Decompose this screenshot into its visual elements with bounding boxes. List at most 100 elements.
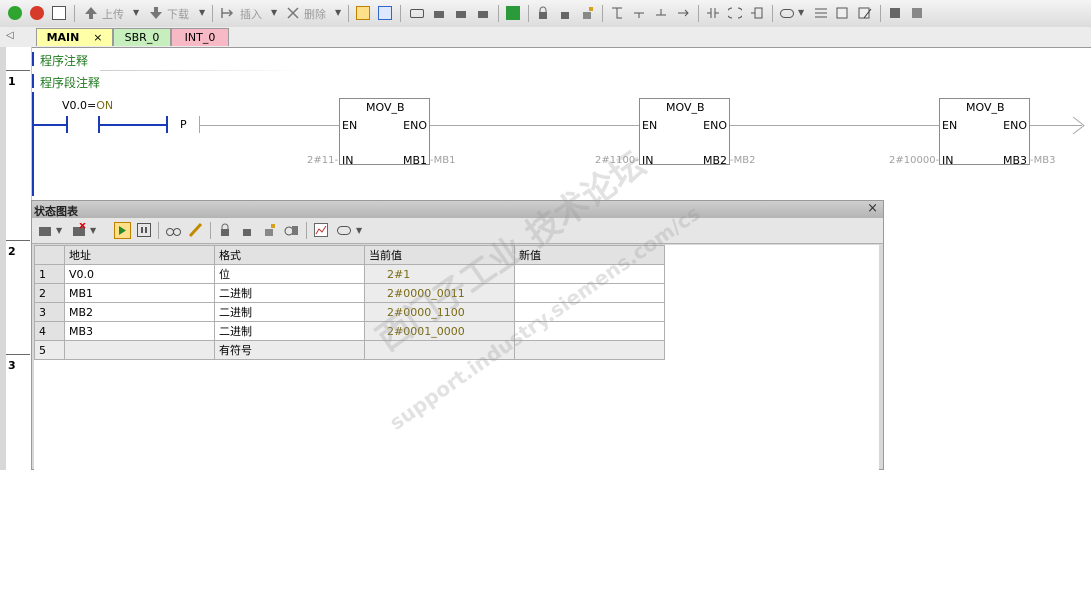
unlock-icon[interactable] [558,6,572,20]
line-right-icon[interactable] [676,6,690,20]
properties-icon[interactable] [888,6,902,20]
row-index[interactable]: 3 [34,302,65,322]
label-icon[interactable] [337,226,351,235]
format-cell[interactable]: 二进制 [214,283,365,303]
coil-icon[interactable] [726,6,744,20]
row-index[interactable]: 1 [34,264,65,284]
address-cell[interactable]: MB2 [64,302,215,322]
toolbar-separator [348,5,349,22]
close-icon[interactable]: × [93,31,102,44]
download-arrow-icon[interactable] [149,6,163,20]
close-icon[interactable]: × [867,201,878,216]
upload-button[interactable]: 上传 [102,6,124,22]
lock-icon[interactable] [218,223,232,237]
chevron-down-icon[interactable]: ▼ [271,8,277,17]
table-row: 1 V0.0 位 2#1 [34,264,665,284]
rectangle-icon[interactable] [410,9,424,18]
insert-icon[interactable] [220,6,234,20]
chart-status-icon[interactable] [114,222,131,239]
compile-icon[interactable] [52,6,66,20]
delete-button[interactable]: 删除 [304,6,326,22]
address-cell[interactable]: MB3 [64,321,215,341]
pause-icon[interactable] [137,223,151,237]
pencil-icon[interactable] [188,222,203,238]
contact-address: V0.0=ON [62,99,113,112]
status-chart-titlebar[interactable]: 状态图表 × [32,201,883,218]
chevron-down-icon[interactable]: ▼ [335,8,341,17]
redo-icon[interactable] [454,6,468,20]
export-icon[interactable] [506,6,520,20]
stop-icon[interactable] [30,6,44,20]
edit-pencil-icon[interactable] [858,6,872,20]
row-index[interactable]: 5 [34,340,65,360]
row-index[interactable]: 2 [34,283,65,303]
power-rail [32,92,34,196]
format-cell[interactable]: 位 [214,264,365,284]
mov-b-block[interactable]: MOV_B EN ENO IN MB3 [939,98,1030,167]
chevron-down-icon[interactable]: ▼ [199,8,205,17]
chevron-left-icon[interactable]: ◁ [6,30,14,41]
download-button[interactable]: 下载 [167,6,189,22]
box-icon[interactable] [750,6,764,20]
block-out-pin: MB2 [702,154,727,167]
chevron-down-icon[interactable]: ▼ [356,226,362,235]
column-header-address[interactable]: 地址 [64,245,215,265]
row-index[interactable]: 4 [34,321,65,341]
unlock-all-icon[interactable] [262,223,276,237]
format-cell[interactable]: 二进制 [214,321,365,341]
branch-icon[interactable] [610,6,624,20]
lock-icon[interactable] [536,6,550,20]
pulse-left-bar[interactable] [166,116,168,133]
undo-icon[interactable] [432,6,446,20]
unlock-all-icon[interactable] [580,6,594,20]
block-eno-pin: ENO [703,119,727,132]
out-operand[interactable]: -MB2 [730,155,755,166]
add-row-icon[interactable] [38,223,52,237]
out-operand[interactable]: -MB1 [430,155,455,166]
in-operand[interactable]: 2#10000- [889,155,939,166]
properties-list-icon[interactable] [910,6,924,20]
chevron-down-icon[interactable]: ▼ [798,8,804,17]
program-status-icon[interactable] [356,6,370,20]
read-icon[interactable] [166,223,181,237]
label-icon[interactable] [780,9,794,18]
program-comment[interactable]: 程序注释 [40,52,88,69]
line-down-icon[interactable] [632,6,646,20]
contact-left-bar[interactable] [66,116,68,133]
network-comment[interactable]: 程序段注释 [40,74,100,91]
block-en-pin: EN [342,119,358,132]
mov-b-block[interactable]: MOV_B EN ENO IN MB1 [339,98,430,167]
edit-icon[interactable] [836,6,850,20]
tab-int-0[interactable]: INT_0 [171,28,229,46]
chart-status-icon[interactable] [378,6,392,20]
out-operand[interactable]: -MB3 [1030,155,1055,166]
delete-row-icon[interactable] [72,222,86,237]
run-icon[interactable] [8,6,22,20]
mov-b-block[interactable]: MOV_B EN ENO IN MB2 [639,98,730,167]
tab-main[interactable]: MAIN × [36,28,113,46]
refresh-icon[interactable] [476,6,490,20]
read-all-forced-icon[interactable] [284,223,298,237]
format-cell[interactable]: 二进制 [214,302,365,322]
format-cell[interactable]: 有符号 [214,340,365,360]
address-cell[interactable] [64,340,215,360]
chevron-down-icon[interactable]: ▼ [90,226,96,235]
in-operand[interactable]: 2#11- [307,155,338,166]
delete-icon[interactable] [286,6,300,20]
tab-sbr-0[interactable]: SBR_0 [113,28,171,46]
line-up-icon[interactable] [654,6,668,20]
upload-arrow-icon[interactable] [84,6,98,20]
pulse-label: P [180,118,187,131]
unlock-icon[interactable] [240,223,254,237]
chevron-down-icon[interactable]: ▼ [133,8,139,17]
block-in-pin: IN [942,154,954,167]
symbol-table-icon[interactable] [814,6,828,20]
address-cell[interactable]: V0.0 [64,264,215,284]
chevron-down-icon[interactable]: ▼ [56,226,62,235]
new-value-cell[interactable] [514,340,665,360]
trend-view-icon[interactable] [314,223,328,237]
insert-button[interactable]: 插入 [240,6,262,22]
column-header-format[interactable]: 格式 [214,245,365,265]
contact-icon[interactable] [706,6,720,20]
address-cell[interactable]: MB1 [64,283,215,303]
